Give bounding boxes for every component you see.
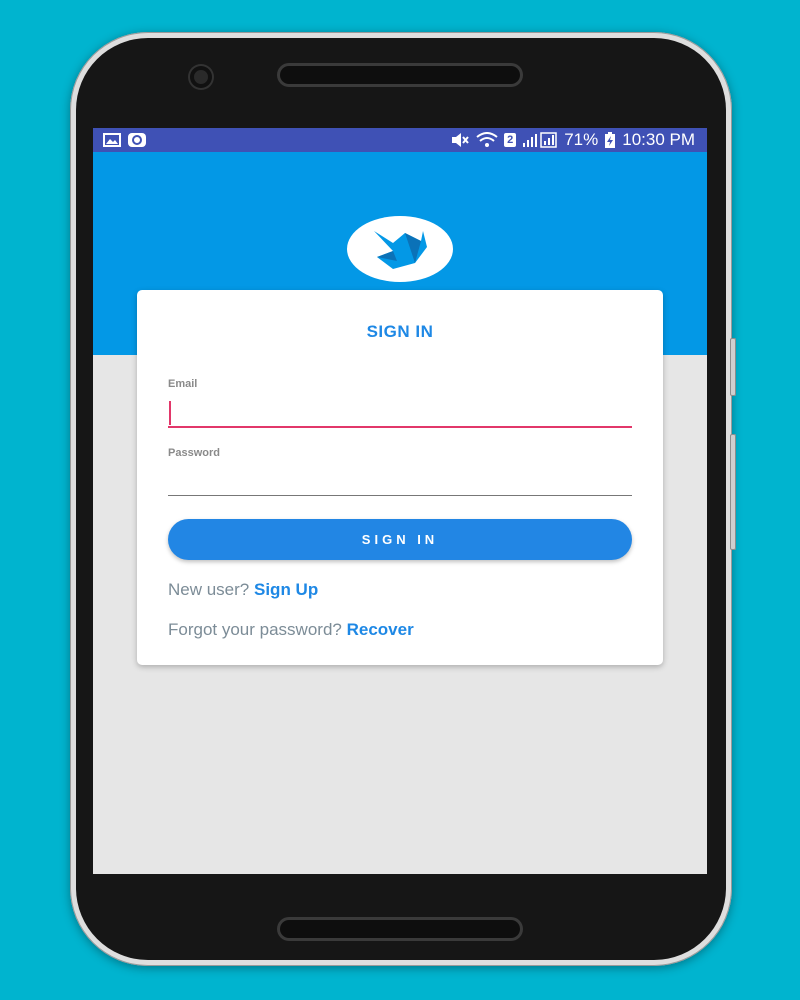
- email-label: Email: [168, 378, 198, 390]
- assistant-icon: [127, 132, 147, 148]
- top-speaker: [280, 66, 520, 84]
- sign-in-card: SIGN IN Email Password SIGN IN New user?…: [137, 290, 663, 665]
- power-button: [730, 434, 736, 550]
- forgot-password-row: Forgot your password? Recover: [168, 620, 414, 640]
- front-camera: [190, 66, 212, 88]
- bottom-speaker: [280, 920, 520, 938]
- forgot-password-text: Forgot your password?: [168, 620, 342, 639]
- password-field[interactable]: [168, 464, 632, 494]
- battery-icon: [604, 131, 616, 149]
- email-field[interactable]: [168, 398, 632, 428]
- sign-up-link[interactable]: Sign Up: [254, 580, 318, 599]
- wifi-icon: [476, 132, 498, 148]
- new-user-row: New user? Sign Up: [168, 580, 318, 600]
- signal-icon: [522, 132, 558, 148]
- password-label: Password: [168, 447, 220, 459]
- status-bar: 2 71% 10:30 PM: [93, 128, 707, 152]
- sim-badge: 2: [504, 133, 517, 147]
- phone-screen: 2 71% 10:30 PM SIGN IN Email Password SI…: [93, 128, 707, 874]
- app-logo-icon: [347, 216, 453, 282]
- new-user-text: New user?: [168, 580, 250, 599]
- recover-link[interactable]: Recover: [347, 620, 414, 639]
- battery-percent: 71%: [564, 130, 599, 149]
- sign-in-button[interactable]: SIGN IN: [168, 519, 632, 560]
- card-title: SIGN IN: [366, 322, 434, 341]
- mute-icon: [450, 132, 470, 148]
- clock: 10:30 PM: [622, 130, 695, 149]
- image-icon: [103, 133, 121, 147]
- volume-button: [730, 338, 736, 396]
- password-underline: [168, 495, 632, 496]
- text-caret: [169, 401, 171, 425]
